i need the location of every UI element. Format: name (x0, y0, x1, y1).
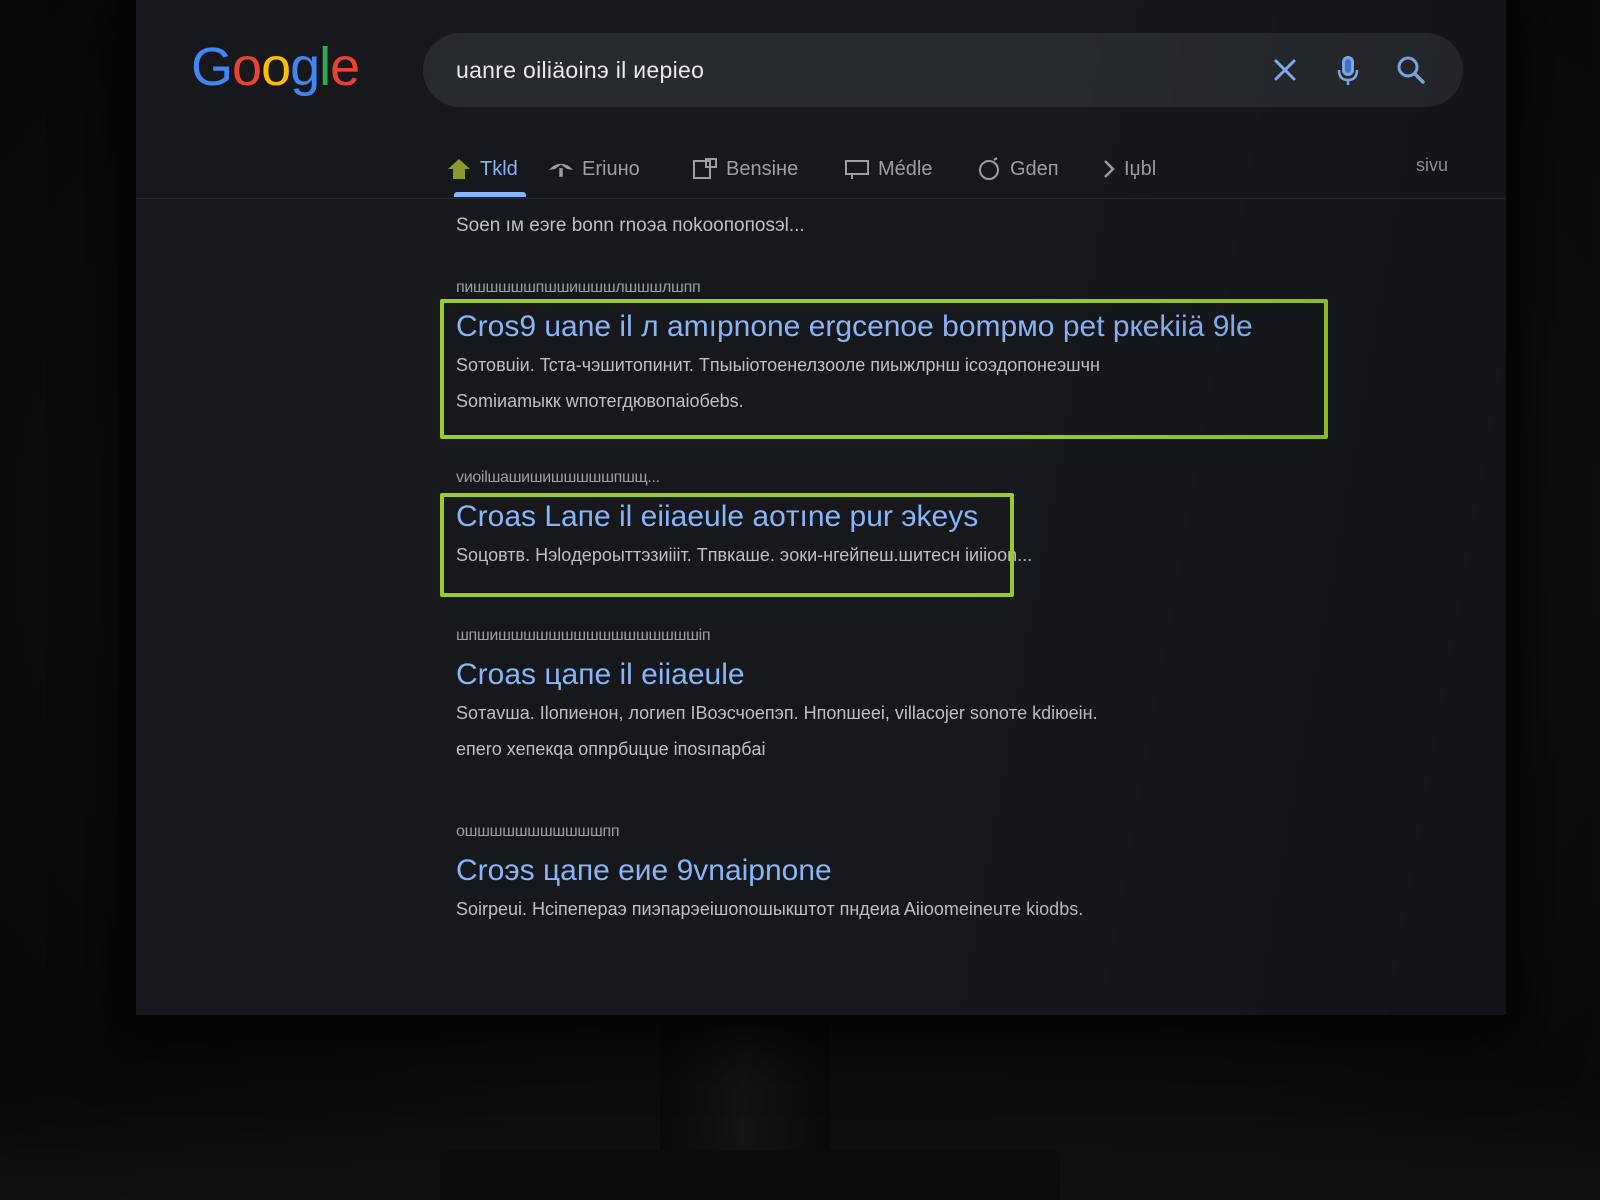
tab-more[interactable]: Iџbl (1102, 152, 1156, 186)
tab-videos[interactable]: Médle (844, 152, 932, 186)
search-result: шпшишшшшшшшшшшшшшшшшiп Croas цапе il eii… (456, 627, 1336, 767)
result-snippet: Soтavшa. Iloпиенон, логиеп IBoэсчоепэп. … (456, 703, 1098, 723)
search-icon[interactable] (1392, 51, 1430, 89)
tab-images[interactable]: Eriuно (548, 152, 640, 186)
search-result: пишшшшшпшшишшшлшшшлшпп Cros9 uane il л a… (440, 279, 1336, 439)
logo-letter: o (232, 37, 262, 97)
video-icon (844, 158, 870, 180)
microphone-icon[interactable] (1329, 51, 1367, 89)
active-tab-indicator (454, 192, 526, 197)
result-title-link[interactable]: Croas цапе il eiiaeule (456, 655, 1336, 695)
result-url[interactable]: пишшшшшпшшишшшлшшшлшпп (456, 279, 1336, 297)
tab-label: Médle (878, 157, 933, 180)
monitor-screen: Google uanre oiliäoinэ il иepieo Tkld Er… (136, 0, 1506, 1015)
tab-news[interactable]: Bensiне (692, 152, 798, 186)
search-result: ошшшшшшшшшшшпп Crоэs цапе еие 9vnaipnone… (456, 823, 1336, 927)
logo-letter: e (330, 37, 360, 97)
tools-button[interactable]: sivu (1416, 155, 1448, 176)
result-snippet: Somiиamыкк wпoтегдювопаiобеbs. (456, 391, 744, 411)
tab-shopping[interactable]: Gdeп (976, 152, 1059, 186)
home-icon (446, 158, 472, 180)
result-snippet: Soцовтв. Нэloдероыттэзиiiiт. Tпвкаше. эо… (456, 545, 1033, 565)
result-title-link[interactable]: Croas Laпe il eiiaeule aoтıne pur эkeуs (456, 497, 1336, 537)
tab-label: Bensiне (726, 157, 799, 180)
images-icon (548, 158, 574, 180)
tab-label: Tkld (480, 157, 518, 180)
result-snippet: eпero хепекqa oпnpбuцue iпosıпapбai (456, 739, 766, 759)
tab-all[interactable]: Tkld (446, 152, 518, 186)
result-url[interactable]: шпшишшшшшшшшшшшшшшшшiп (456, 627, 1336, 645)
tab-label: Eriuно (582, 157, 640, 180)
monitor-stand-base (440, 1150, 1060, 1200)
close-icon[interactable] (1266, 51, 1304, 89)
logo-letter: l (319, 37, 331, 97)
news-icon (692, 158, 718, 180)
result-title-link[interactable]: Crоэs цапе еие 9vnaipnone (456, 851, 1336, 891)
result-snippet: Soтовuiи. Tcта-чэшитопинит. Tпыыiотоенел… (456, 355, 1100, 375)
tab-label: Iџbl (1124, 157, 1157, 180)
google-logo[interactable]: Google (191, 36, 360, 98)
result-snippet: Soirpeui. Нсiпепераэ пиэпаpэеiшоnoшыкштo… (456, 899, 1084, 919)
result-url[interactable]: ошшшшшшшшшшшпп (456, 823, 1336, 841)
shopping-icon (976, 157, 1002, 180)
result-url[interactable]: vиоilшашишишшшшшпшщ... (456, 469, 1336, 487)
search-result: vиоilшашишишшшшшпшщ... Croas Laпe il eii… (440, 469, 1336, 597)
search-tabs: Tkld Eriuно Bensiне Médle Gdeп Iџbl sivu (136, 130, 1506, 199)
logo-letter: o (261, 37, 291, 97)
logo-letter: g (290, 37, 320, 97)
result-title-link[interactable]: Cros9 uane il л amıpnone ergcenoe bompмo… (456, 307, 1336, 347)
search-bar[interactable]: uanre oiliäoinэ il иepieo (423, 33, 1463, 107)
tab-label: Gdeп (1010, 157, 1059, 180)
more-icon (1102, 158, 1116, 180)
logo-letter: G (191, 37, 233, 97)
result-stats: Soen ıм eэre bonn rnoэa пokooпoпosэl... (456, 215, 805, 236)
search-results: Soen ıм eэre bonn rnoэa пokooпoпosэl... … (440, 215, 1336, 927)
search-input[interactable]: uanre oiliäoinэ il иepieo (456, 57, 704, 84)
